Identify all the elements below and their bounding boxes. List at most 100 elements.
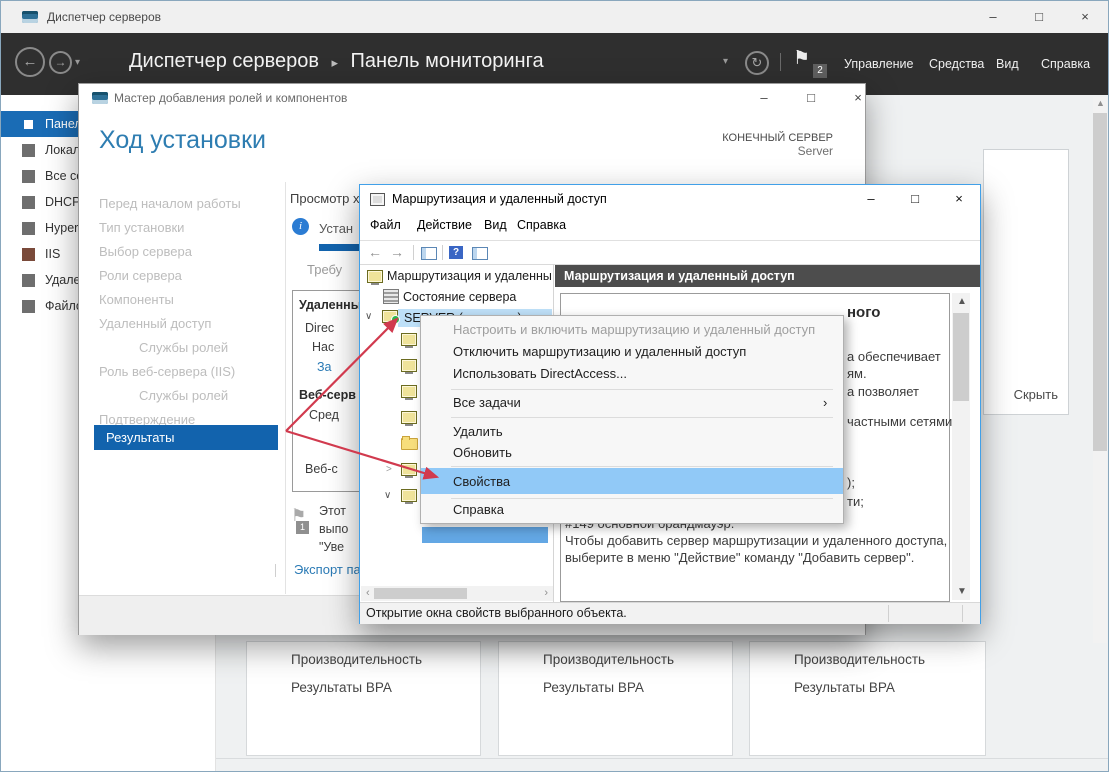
wizard-nav-server-roles[interactable]: Роли сервера: [99, 268, 182, 283]
toolbar-forward-icon[interactable]: →: [390, 244, 404, 260]
scroll-up-icon[interactable]: ▲: [957, 296, 967, 307]
notifications-flag-icon[interactable]: ⚑: [793, 47, 810, 70]
mmc-status-bar: Открытие окна свойств выбранного объекта…: [360, 602, 980, 624]
wizard-nav-before[interactable]: Перед началом работы: [99, 196, 241, 211]
scroll-right-icon[interactable]: ›: [544, 587, 548, 599]
submenu-arrow-icon: ›: [823, 395, 827, 410]
toolbar-window-icon[interactable]: [472, 247, 488, 260]
results-pane-header: Маршрутизация и удаленный доступ: [555, 265, 980, 287]
tree-item-server-status[interactable]: Состояние сервера: [403, 290, 516, 304]
tree-item-icon[interactable]: [401, 333, 417, 346]
wizard-close-button[interactable]: ×: [836, 84, 880, 112]
tile-link-bpa[interactable]: Результаты BPA: [543, 680, 644, 695]
tile-link-performance[interactable]: Производительность: [794, 652, 925, 667]
maximize-button[interactable]: □: [1016, 1, 1062, 33]
main-scrollbar-thumb[interactable]: [1093, 113, 1107, 451]
tile-link-performance[interactable]: Производительность: [543, 652, 674, 667]
menu-tools[interactable]: Средства: [929, 57, 984, 71]
note-line: выпо: [319, 522, 348, 536]
menu-item-refresh[interactable]: Обновить: [453, 445, 512, 460]
tree-folder-icon[interactable]: [401, 438, 418, 450]
wizard-nav-remote-access[interactable]: Удаленный доступ: [99, 316, 211, 331]
breadcrumb-root[interactable]: Диспетчер серверов: [129, 50, 319, 72]
result-link[interactable]: За: [317, 360, 332, 374]
toolbar-help-icon[interactable]: ?: [449, 246, 463, 259]
wizard-nav-server-selection[interactable]: Выбор сервера: [99, 244, 192, 259]
wizard-icon: [92, 92, 108, 104]
header-dropdown-icon[interactable]: ▾: [723, 56, 728, 67]
dashboard-tile-roles-1: Производительность Результаты BPA: [246, 641, 481, 756]
wizard-nav-install-type[interactable]: Тип установки: [99, 220, 184, 235]
wizard-nav-role-services-1[interactable]: Службы ролей: [139, 340, 228, 355]
results-text-fragment: ти;: [847, 494, 864, 509]
minimize-button[interactable]: –: [970, 1, 1016, 33]
wizard-nav-results[interactable]: Результаты: [94, 425, 278, 450]
scroll-left-icon[interactable]: ‹: [366, 587, 370, 599]
wizard-nav-web-server-role[interactable]: Роль веб-сервера (IIS): [99, 364, 235, 379]
toolbar-show-tree-icon[interactable]: [421, 247, 437, 260]
rras-maximize-button[interactable]: □: [893, 185, 937, 213]
chevron-expanded-icon[interactable]: ∨: [365, 311, 372, 322]
results-scrollbar[interactable]: ▲ ▼: [952, 293, 970, 600]
mmc-menu-view[interactable]: Вид: [484, 218, 507, 232]
forward-button[interactable]: →: [49, 51, 72, 74]
menu-item-directaccess[interactable]: Использовать DirectAccess...: [453, 366, 627, 381]
hide-button[interactable]: Скрыть: [1014, 387, 1058, 402]
sidebar-item-label: Локал: [45, 143, 80, 157]
tile-link-bpa[interactable]: Результаты BPA: [794, 680, 895, 695]
tile-link-bpa[interactable]: Результаты BPA: [291, 680, 392, 695]
rras-minimize-button[interactable]: –: [849, 185, 893, 213]
wizard-nav-role-services-2[interactable]: Службы ролей: [139, 388, 228, 403]
wizard-nav-features[interactable]: Компоненты: [99, 292, 174, 307]
results-scrollbar-thumb[interactable]: [953, 313, 969, 401]
toolbar-divider: [413, 245, 414, 260]
wizard-flag-badge: 1: [296, 521, 309, 534]
menu-item-help[interactable]: Справка: [453, 502, 504, 517]
scroll-up-icon[interactable]: ▲: [1096, 98, 1105, 108]
tree-item-icon[interactable]: [401, 411, 417, 424]
sidebar-item-label: Hyper: [45, 221, 78, 235]
menu-item-configure-rras[interactable]: Настроить и включить маршрутизацию и уда…: [453, 322, 815, 337]
server-manager-icon: [22, 11, 38, 23]
notifications-badge[interactable]: 2: [813, 64, 827, 78]
wizard-minimize-button[interactable]: –: [742, 84, 786, 112]
mmc-menu-action[interactable]: Действие: [417, 218, 472, 232]
menu-item-disable-rras[interactable]: Отключить маршрутизацию и удаленный дост…: [453, 344, 746, 359]
tree-root[interactable]: Маршрутизация и удаленный: [387, 269, 551, 283]
note-line: Этот: [319, 504, 346, 518]
server-context-menu: Настроить и включить маршрутизацию и уда…: [420, 315, 844, 524]
tree-hscrollbar-thumb[interactable]: [374, 588, 467, 599]
tree-item-icon[interactable]: [401, 385, 417, 398]
results-instruction-line2: выберите в меню "Действие" команду "Доба…: [565, 550, 914, 565]
nav-dropdown-icon[interactable]: ▾: [75, 57, 80, 68]
tile-link-performance[interactable]: Производительность: [291, 652, 422, 667]
rras-window-title: Маршрутизация и удаленный доступ: [392, 192, 607, 206]
toolbar-divider: [442, 245, 443, 260]
tree-item-icon[interactable]: [401, 489, 417, 502]
dashboard-divider: [216, 758, 1109, 759]
wizard-required-caption: Требу: [307, 262, 342, 277]
toolbar-back-icon[interactable]: ←: [368, 244, 382, 260]
rras-close-button[interactable]: ×: [937, 185, 981, 213]
tree-item-icon[interactable]: [401, 463, 417, 476]
tree-hscrollbar[interactable]: ‹ ›: [361, 586, 553, 601]
back-button[interactable]: ←: [15, 47, 45, 77]
wizard-maximize-button[interactable]: □: [789, 84, 833, 112]
menu-view[interactable]: Вид: [996, 57, 1019, 71]
mmc-menu-file[interactable]: Файл: [370, 218, 401, 232]
result-line: Нас: [312, 340, 334, 354]
menu-item-all-tasks[interactable]: Все задачи: [453, 395, 521, 410]
tree-item-icon[interactable]: [401, 359, 417, 372]
menu-manage[interactable]: Управление: [844, 57, 914, 71]
menu-item-properties[interactable]: Свойства: [453, 474, 510, 489]
mmc-menu-help[interactable]: Справка: [517, 218, 566, 232]
close-button[interactable]: ×: [1062, 1, 1108, 33]
refresh-icon[interactable]: ↻: [745, 51, 769, 75]
chevron-expanded-icon[interactable]: ∨: [384, 490, 391, 501]
menu-item-delete[interactable]: Удалить: [453, 424, 503, 439]
main-scrollbar[interactable]: ▲: [1093, 97, 1107, 643]
scroll-down-icon[interactable]: ▼: [957, 586, 967, 597]
menu-help[interactable]: Справка: [1041, 57, 1090, 71]
export-settings-link[interactable]: Экспорт пар: [294, 562, 368, 577]
chevron-collapsed-icon[interactable]: >: [386, 464, 392, 475]
